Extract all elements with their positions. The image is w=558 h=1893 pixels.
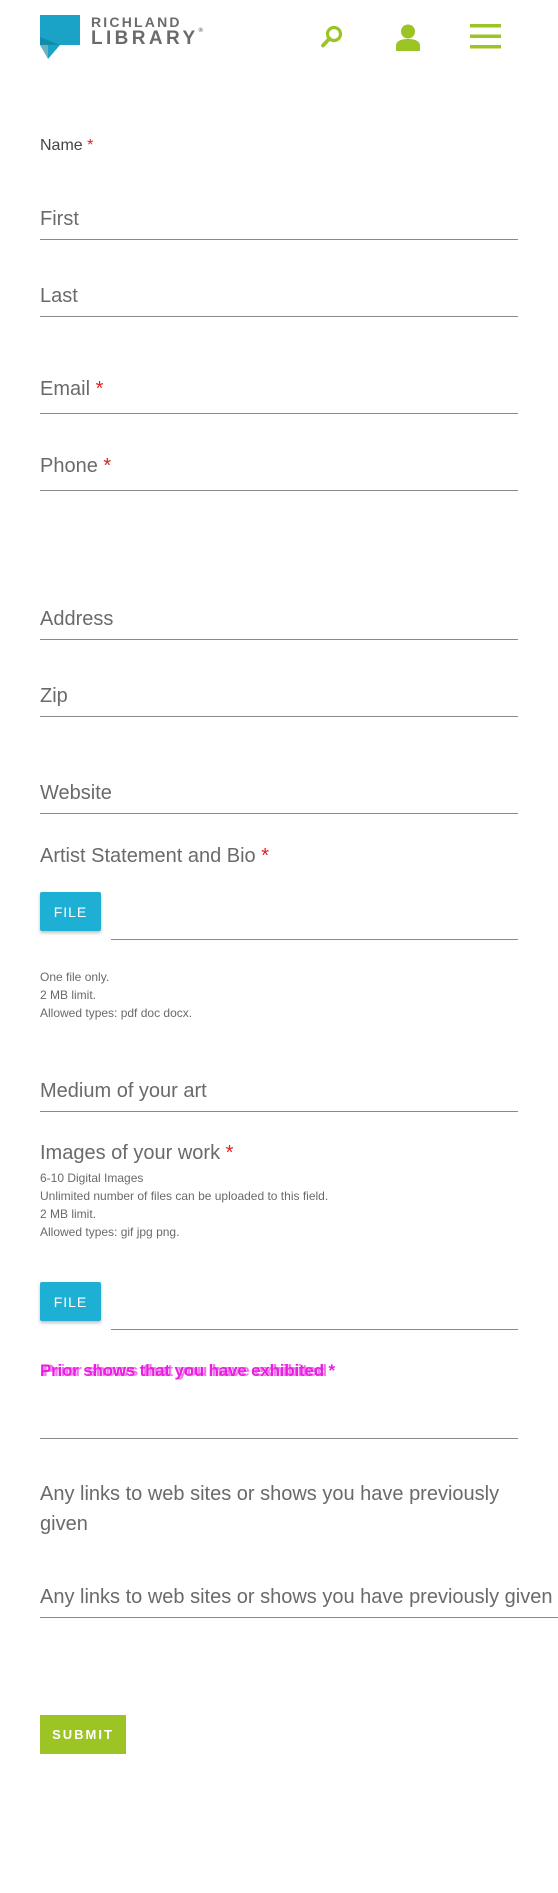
name-label: Name * (40, 137, 94, 154)
prior-shows-label: Prior shows that you have exhibited * Pr… (40, 1361, 335, 1380)
first-name-input[interactable] (40, 199, 518, 240)
search-icon[interactable] (320, 25, 344, 49)
required-asterisk: * (87, 137, 94, 154)
images-file-path[interactable] (111, 1329, 518, 1330)
help-line: One file only. (40, 970, 110, 984)
required-asterisk: * (261, 845, 270, 867)
user-icon[interactable] (396, 24, 420, 51)
address-input[interactable] (40, 599, 518, 640)
required-asterisk: * (225, 1142, 234, 1164)
help-line: Unlimited number of files can be uploade… (40, 1189, 329, 1203)
phone-input[interactable] (40, 450, 518, 491)
logo-mark-icon[interactable] (40, 15, 80, 59)
prior-shows-label-overlay: Prior shows that you have exhibited (43, 1361, 327, 1380)
statement-help-text: One file only. 2 MB limit. Allowed types… (40, 968, 192, 1022)
help-line: Allowed types: pdf doc docx. (40, 1006, 193, 1020)
website-input[interactable] (40, 773, 518, 814)
artist-statement-label: Artist Statement and Bio * (40, 845, 270, 867)
help-line: 2 MB limit. (40, 988, 97, 1002)
prior-shows-input[interactable] (40, 1398, 518, 1439)
statement-file-path[interactable] (111, 939, 518, 940)
logo-text-library: LIBRARY® (91, 28, 203, 49)
registered-mark: ® (198, 28, 203, 34)
links-input[interactable] (40, 1577, 558, 1618)
zip-input[interactable] (40, 676, 518, 717)
submit-button[interactable]: SUBMIT (40, 1715, 126, 1754)
menu-icon[interactable] (470, 24, 501, 49)
help-line: 2 MB limit. (40, 1207, 97, 1221)
last-name-input[interactable] (40, 276, 518, 317)
images-file-button[interactable]: FILE (40, 1282, 101, 1321)
email-input[interactable] (40, 373, 518, 414)
links-label: Any links to web sites or shows you have… (40, 1483, 500, 1535)
medium-input[interactable] (40, 1071, 518, 1112)
help-line: 6-10 Digital Images (40, 1171, 144, 1185)
required-asterisk: * (328, 1361, 335, 1380)
statement-file-button[interactable]: FILE (40, 892, 101, 931)
help-line: Allowed types: gif jpg png. (40, 1225, 180, 1239)
images-help-text: 6-10 Digital Images Unlimited number of … (40, 1169, 328, 1241)
images-label: Images of your work * (40, 1142, 234, 1164)
